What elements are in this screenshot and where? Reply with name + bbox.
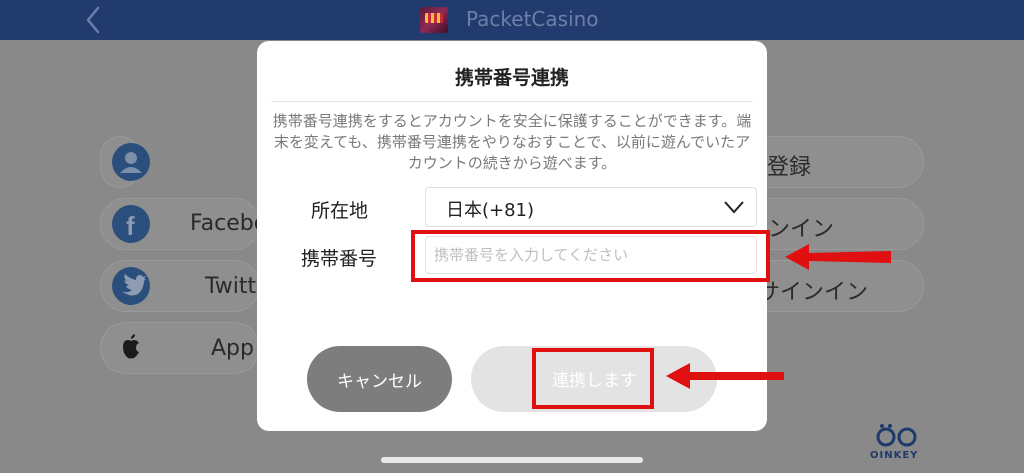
facebook-signin-text-partial: ンイン [768,217,835,242]
region-value: 日本(+81) [446,200,535,221]
home-indicator [381,457,643,463]
dialog-title: 携帯番号連携 [454,67,569,89]
app-logo [420,7,448,33]
twitter-icon [112,267,150,305]
top-bar: PacketCasino [0,0,1024,40]
svg-text:f: f [126,211,135,241]
region-label: 所在地 [311,200,369,222]
facebook-icon: f [112,205,150,243]
dialog-description: 携帯番号連携をするとアカウントを安全に保護することができます。端末を変えても、携… [272,112,752,172]
arrow-left-icon [785,244,891,270]
highlight-phone-input [411,230,770,282]
region-select[interactable]: 日本(+81) [425,187,757,227]
user-icon [112,143,150,181]
app-title: PacketCasino [466,7,599,31]
phone-label: 携帯番号 [301,248,378,270]
apple-text-partial: App [211,336,254,361]
dialog-divider [271,101,753,102]
apple-icon [120,334,142,365]
arrow-left-icon [666,363,784,389]
register-text-partial: 登録 [767,155,812,180]
watermark-text: OINKEY [870,450,919,461]
highlight-link-button [532,348,654,409]
twitter-signin-text-partial: サインイン [758,280,869,305]
cancel-button[interactable]: キャンセル [307,346,452,412]
twitter-text-partial: Twitt [205,274,257,299]
facebook-text-partial: Facebo [190,211,268,236]
chevron-left-icon[interactable] [82,4,106,36]
oinkey-logo [876,424,917,447]
chevron-down-icon [724,201,744,214]
